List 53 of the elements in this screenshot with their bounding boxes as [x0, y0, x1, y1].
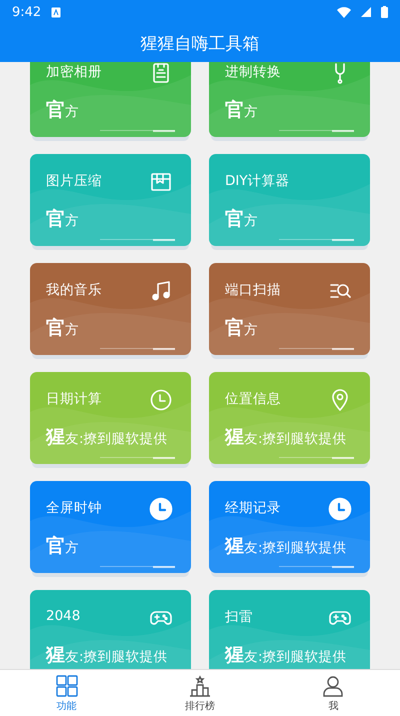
source-label: 猩友:撩到腿软提供	[225, 534, 347, 559]
source-label: 猩友:撩到腿软提供	[225, 643, 347, 668]
clock-icon	[149, 497, 173, 521]
source-label: 官方	[225, 316, 258, 341]
tool-card[interactable]: 我的音乐 官方	[30, 263, 191, 355]
app-title: 猩猩自嗨工具箱	[140, 32, 260, 56]
tool-card[interactable]: 进制转换 官方	[209, 62, 370, 137]
tool-card[interactable]: 经期记录 猩友:撩到腿软提供	[209, 481, 370, 573]
source-label: 官方	[225, 207, 258, 232]
tool-card[interactable]: 图片压缩 官方	[30, 154, 191, 246]
card-title: 位置信息	[225, 390, 281, 408]
clock-icon	[149, 388, 173, 412]
source-label: 猩友:撩到腿软提供	[46, 425, 168, 450]
tool-card[interactable]: 加密相册 官方	[30, 62, 191, 137]
signal-icon	[361, 7, 371, 17]
person-icon	[321, 674, 346, 698]
tool-card[interactable]: 2048 猩友:撩到腿软提供	[30, 590, 191, 669]
card-title: 我的音乐	[46, 281, 102, 299]
nav-tab[interactable]: 功能	[0, 670, 134, 716]
card-title: DIY计算器	[225, 172, 290, 190]
nav-tab[interactable]: 我	[266, 670, 400, 716]
tool-card[interactable]: 日期计算 猩友:撩到腿软提供	[30, 372, 191, 464]
status-time: 9:42	[12, 4, 42, 20]
card-title: 扫雷	[225, 608, 253, 626]
tool-card[interactable]: 端口扫描 官方	[209, 263, 370, 355]
source-label: 官方	[46, 316, 79, 341]
card-title: 加密相册	[46, 63, 102, 81]
clock-icon	[328, 497, 352, 521]
card-title: 端口扫描	[225, 281, 281, 299]
source-label: 官方	[225, 98, 258, 123]
card-title: 2048	[46, 608, 80, 624]
card-title: 图片压缩	[46, 172, 102, 190]
card-title: 全屏时钟	[46, 499, 102, 517]
source-label: 猩友:撩到腿软提供	[225, 425, 347, 450]
battery-icon	[381, 6, 388, 18]
grid-icon	[54, 674, 79, 698]
nav-tab[interactable]: 排行榜	[133, 670, 267, 716]
card-title: 经期记录	[225, 499, 281, 517]
tool-card[interactable]: 扫雷 猩友:撩到腿软提供	[209, 590, 370, 669]
tool-card[interactable]: DIY计算器 官方	[209, 154, 370, 246]
tool-card[interactable]: 位置信息 猩友:撩到腿软提供	[209, 372, 370, 464]
notification-icon	[51, 6, 62, 18]
card-title: 进制转换	[225, 63, 281, 81]
card-title: 日期计算	[46, 390, 102, 408]
source-label: 官方	[46, 98, 79, 123]
box-icon	[149, 170, 173, 194]
source-label: 官方	[46, 534, 79, 559]
podium-icon	[188, 674, 212, 698]
music-icon	[149, 279, 173, 303]
wifi-icon	[337, 6, 351, 18]
source-label: 猩友:撩到腿软提供	[46, 643, 168, 668]
source-label: 官方	[46, 207, 79, 232]
tool-card[interactable]: 全屏时钟 官方	[30, 481, 191, 573]
